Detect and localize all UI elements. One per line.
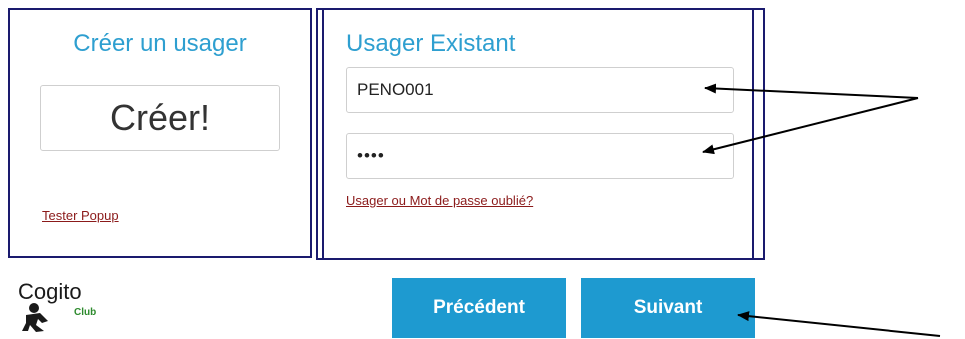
password-field[interactable] [346,133,734,179]
forgot-credentials-link[interactable]: Usager ou Mot de passe oublié? [346,193,533,208]
logo-club-text: Club [74,307,97,318]
previous-button[interactable]: Précédent [392,278,566,338]
next-button[interactable]: Suivant [581,278,755,338]
arrow-to-next-button [737,311,941,337]
cogito-club-logo: Cogito Club [18,279,128,333]
logo-wordmark: Cogito [18,279,82,304]
login-panel-title: Usager Existant [346,30,516,57]
page: Créer un usager Créer! Tester Popup Usag… [0,0,965,339]
username-field[interactable] [346,67,734,113]
create-user-button[interactable]: Créer! [40,85,280,151]
logo-figure-icon [22,303,48,332]
test-popup-link[interactable]: Tester Popup [42,208,119,223]
create-user-title: Créer un usager [73,30,247,57]
